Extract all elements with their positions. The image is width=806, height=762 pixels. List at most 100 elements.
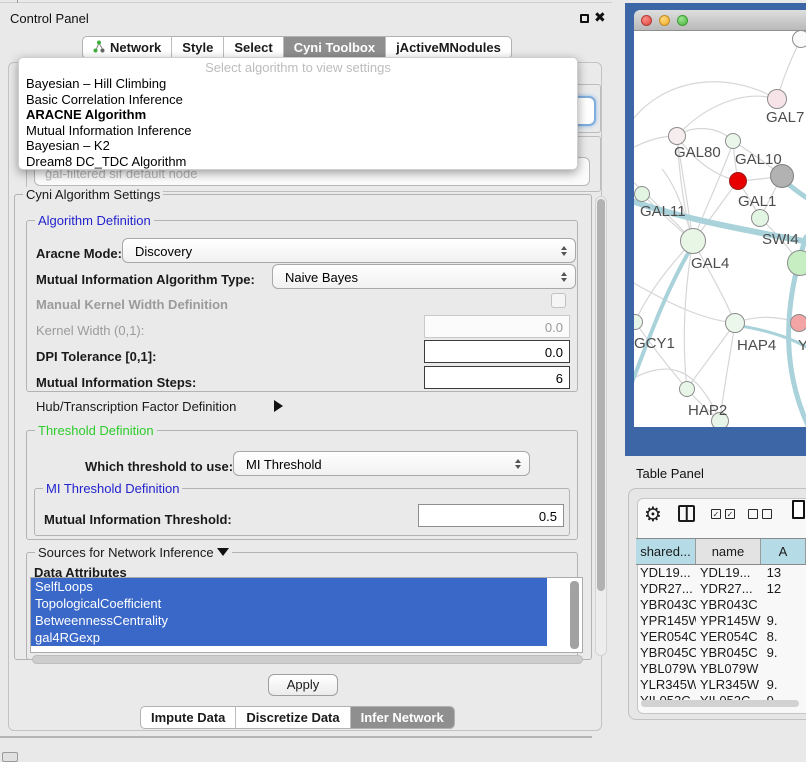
network-node-gal10[interactable] bbox=[725, 133, 741, 149]
table-row[interactable]: YBL079WYBL079W bbox=[636, 661, 806, 677]
cell[interactable]: YDL19... bbox=[696, 565, 761, 581]
tab-infer-network[interactable]: Infer Network bbox=[351, 707, 454, 728]
network-node[interactable] bbox=[792, 31, 806, 48]
network-node-gal11[interactable] bbox=[634, 186, 650, 202]
node-table: shared... name A YDL19...YDL19...13 YDR2… bbox=[636, 538, 806, 709]
tab-style[interactable]: Style bbox=[172, 37, 224, 58]
screenshot-root: Control Panel ✖ Network Style Select Cyn… bbox=[0, 0, 806, 762]
network-canvas[interactable]: GAL7 GAL80 GAL10 GAL1 SWI4 GAL11 GAL4 GC… bbox=[634, 31, 806, 427]
dropdown-item[interactable]: Basic Correlation Inference bbox=[19, 92, 577, 108]
document-icon[interactable] bbox=[792, 500, 805, 519]
tab-impute-data[interactable]: Impute Data bbox=[141, 707, 236, 728]
table-row[interactable]: YBR043CYBR043C bbox=[636, 597, 806, 613]
network-node-hap2[interactable] bbox=[679, 381, 695, 397]
expand-arrow-icon[interactable] bbox=[274, 398, 283, 413]
dropdown-item[interactable]: Bayesian – K2 bbox=[19, 138, 577, 154]
settings-scrollbar[interactable] bbox=[595, 196, 607, 656]
cell[interactable]: 9. bbox=[761, 645, 806, 661]
hub-definition-expander-label[interactable]: Hub/Transcription Factor Definition bbox=[36, 399, 236, 414]
network-node-gal4[interactable] bbox=[680, 228, 706, 254]
cell[interactable]: YBL079W bbox=[636, 661, 696, 677]
list-item[interactable]: BetweennessCentrality bbox=[31, 612, 547, 629]
table-row[interactable]: YBR045CYBR045C9. bbox=[636, 645, 806, 661]
cell[interactable]: 8. bbox=[761, 629, 806, 645]
table-horizontal-scrollbar[interactable] bbox=[641, 700, 799, 707]
table-row[interactable]: YER054CYER054C8. bbox=[636, 629, 806, 645]
cell[interactable]: YLR345W bbox=[636, 677, 696, 693]
mi-steps-field[interactable]: 6 bbox=[424, 366, 570, 389]
dropdown-item[interactable]: Bayesian – Hill Climbing bbox=[19, 76, 577, 92]
table-row[interactable]: YDL19...YDL19...13 bbox=[636, 565, 806, 581]
network-node-green-large[interactable] bbox=[787, 250, 806, 276]
cell[interactable]: YER054C bbox=[696, 629, 761, 645]
cell[interactable]: YER054C bbox=[636, 629, 696, 645]
tab-cyni-toolbox[interactable]: Cyni Toolbox bbox=[284, 37, 386, 58]
minimized-panel-icon[interactable] bbox=[2, 752, 18, 762]
float-panel-button[interactable] bbox=[580, 14, 589, 23]
cell[interactable]: YDR27... bbox=[636, 581, 696, 597]
list-horizontal-scrollbar[interactable] bbox=[32, 655, 583, 664]
cell[interactable]: YBR045C bbox=[696, 645, 761, 661]
cell[interactable]: 13 bbox=[761, 565, 806, 581]
settings-scrollbar-thumb[interactable] bbox=[597, 199, 605, 591]
network-node-swi4[interactable] bbox=[751, 209, 769, 227]
network-node-gal80[interactable] bbox=[668, 127, 686, 145]
network-node-gal1[interactable] bbox=[729, 172, 747, 190]
network-node-hap4[interactable] bbox=[725, 313, 745, 333]
list-item[interactable]: TopologicalCoefficient bbox=[31, 595, 547, 612]
cell[interactable]: 12 bbox=[761, 581, 806, 597]
network-node-pink[interactable] bbox=[790, 314, 806, 332]
aracne-mode-combobox[interactable]: Discovery bbox=[122, 238, 576, 263]
list-item[interactable]: gal4RGexp bbox=[31, 629, 547, 646]
cell[interactable]: YBL079W bbox=[696, 661, 761, 677]
table-row[interactable]: YLR345WYLR345W9. bbox=[636, 677, 806, 693]
dropdown-item-selected[interactable]: ARACNE Algorithm bbox=[19, 107, 577, 123]
manual-kernel-checkbox[interactable] bbox=[551, 293, 566, 308]
kernel-width-field[interactable]: 0.0 bbox=[424, 315, 570, 338]
columns-icon[interactable] bbox=[678, 505, 695, 522]
combo-value: Discovery bbox=[135, 244, 192, 259]
cell[interactable]: YDR27... bbox=[696, 581, 761, 597]
cell[interactable]: YBR045C bbox=[636, 645, 696, 661]
dropdown-item[interactable]: Mutual Information Inference bbox=[19, 123, 577, 139]
table-row[interactable]: YDR27...YDR27...12 bbox=[636, 581, 806, 597]
dpi-tolerance-field[interactable]: 0.0 bbox=[424, 340, 570, 363]
close-window-button[interactable] bbox=[641, 15, 652, 26]
cell[interactable] bbox=[761, 597, 806, 613]
list-scrollbar-thumb[interactable] bbox=[570, 581, 579, 649]
cell[interactable]: YBR043C bbox=[636, 597, 696, 613]
tab-jactivemnodules[interactable]: jActiveMNodules bbox=[386, 37, 511, 58]
cell[interactable]: YBR043C bbox=[696, 597, 761, 613]
cell[interactable]: 9. bbox=[761, 613, 806, 629]
cell[interactable]: YPR145W bbox=[636, 613, 696, 629]
list-item[interactable]: SelfLoops bbox=[31, 578, 547, 595]
dropdown-placeholder: Select algorithm to view settings bbox=[19, 60, 577, 76]
cell[interactable]: 9. bbox=[761, 677, 806, 693]
cell[interactable] bbox=[761, 661, 806, 677]
cell[interactable]: YLR345W bbox=[696, 677, 761, 693]
minimize-window-button[interactable] bbox=[659, 15, 670, 26]
apply-button[interactable]: Apply bbox=[268, 674, 338, 696]
zoom-window-button[interactable] bbox=[677, 15, 688, 26]
tab-network[interactable]: Network bbox=[83, 37, 172, 58]
gear-icon[interactable]: ⚙ bbox=[644, 502, 662, 527]
column-header-third[interactable]: A bbox=[761, 539, 806, 564]
mi-type-combobox[interactable]: Naive Bayes bbox=[272, 264, 576, 289]
mi-threshold-field[interactable]: 0.5 bbox=[418, 504, 564, 527]
tab-discretize-data[interactable]: Discretize Data bbox=[236, 707, 350, 728]
table-row[interactable]: YPR145WYPR145W9. bbox=[636, 613, 806, 629]
select-all-checkboxes-icon[interactable]: ✓✓ bbox=[711, 509, 735, 519]
cell[interactable]: YPR145W bbox=[696, 613, 761, 629]
column-header-name[interactable]: name bbox=[696, 539, 761, 564]
tab-label: Select bbox=[234, 40, 272, 55]
cell[interactable]: YDL19... bbox=[636, 565, 696, 581]
deselect-all-checkboxes-icon[interactable] bbox=[748, 509, 772, 519]
column-header-shared-name[interactable]: shared... bbox=[636, 539, 696, 564]
collapse-arrow-icon[interactable] bbox=[217, 545, 229, 560]
close-panel-icon[interactable]: ✖ bbox=[594, 9, 606, 26]
network-node-gal7[interactable] bbox=[767, 89, 787, 109]
which-threshold-combobox[interactable]: MI Threshold bbox=[233, 451, 530, 476]
network-window-titlebar[interactable] bbox=[634, 10, 806, 31]
dropdown-item[interactable]: Dream8 DC_TDC Algorithm bbox=[19, 154, 577, 170]
tab-select[interactable]: Select bbox=[224, 37, 283, 58]
